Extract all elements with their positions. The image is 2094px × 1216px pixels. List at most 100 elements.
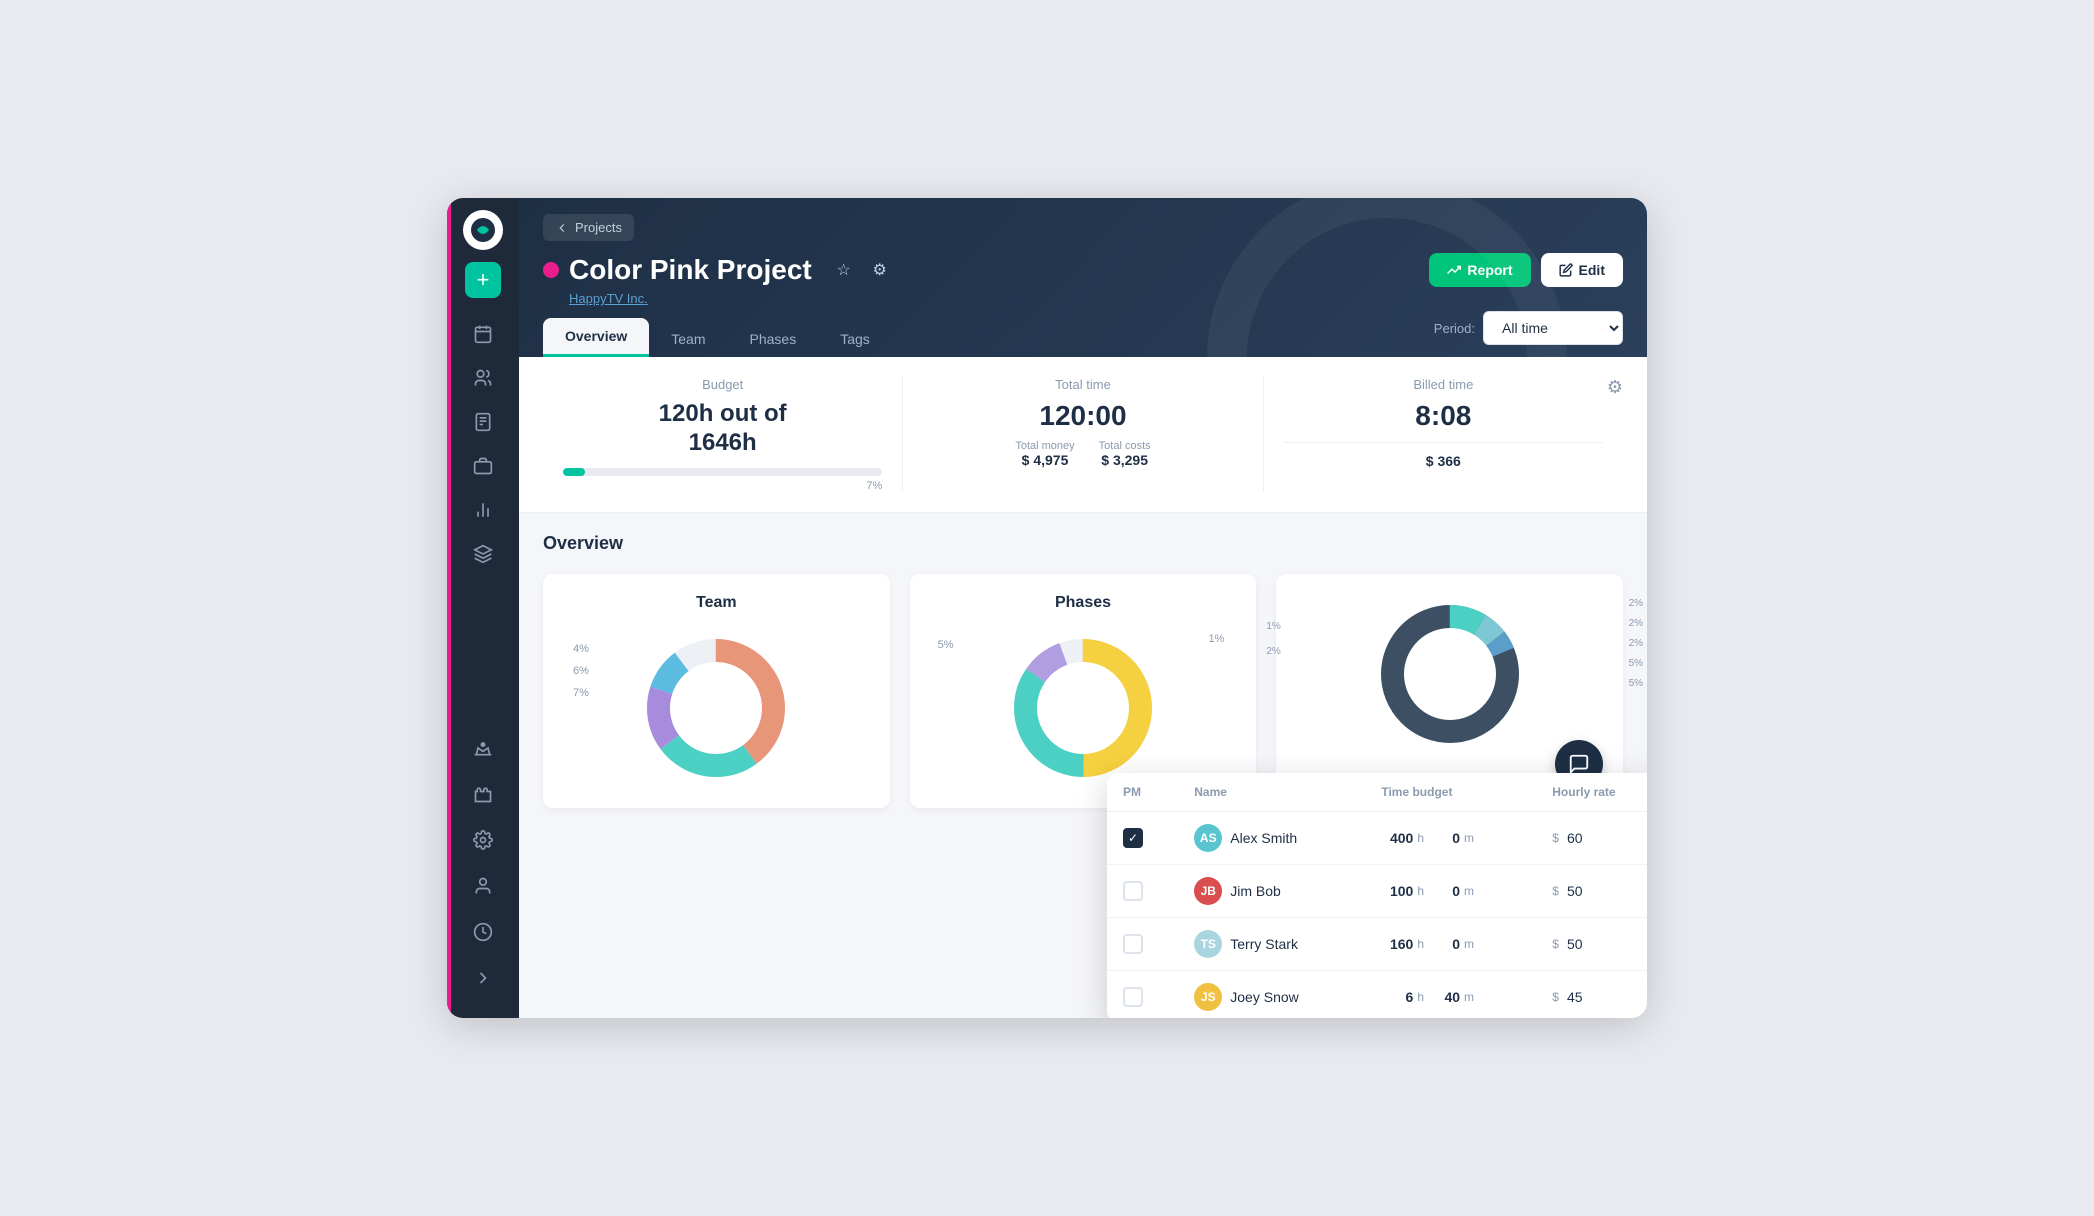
company-link[interactable]: HappyTV Inc. — [569, 291, 1623, 306]
sidebar-item-calendar[interactable] — [461, 314, 505, 354]
table-row: TS Terry Stark 160 h 0 m — [1107, 917, 1647, 970]
phases-label-1: 5% — [938, 633, 954, 657]
team-donut: 4% 6% 7% — [563, 628, 870, 788]
stat-total-time: Total time 120:00 Total money $ 4,975 To… — [903, 377, 1263, 492]
stat-billed-time: Billed time 8:08 $ 366 — [1264, 377, 1623, 492]
time-budget-1: 400 h 0 m — [1381, 830, 1520, 846]
pm-checkbox-3[interactable] — [1107, 917, 1178, 970]
tab-overview[interactable]: Overview — [543, 318, 649, 357]
phases-donut: 5% 1% — [930, 628, 1237, 788]
tab-team[interactable]: Team — [649, 321, 727, 357]
time-budget-4: 6 h 40 m — [1381, 989, 1520, 1005]
sidebar-item-settings[interactable] — [461, 820, 505, 860]
billed-time-label: Billed time — [1284, 377, 1603, 392]
total-time-value: 120:00 — [923, 400, 1242, 432]
team-chart-block: Team 4% 6% 7% — [543, 574, 890, 808]
total-costs: Total costs $ 3,295 — [1099, 440, 1151, 468]
budget-value: 120h out of1646h — [563, 400, 882, 458]
rate-value-3: 50 — [1567, 936, 1583, 952]
budget-progress-bar — [563, 468, 882, 476]
sidebar-item-documents[interactable] — [461, 402, 505, 442]
sidebar-item-chart[interactable] — [461, 490, 505, 530]
billed-time-value: 8:08 — [1284, 400, 1603, 432]
settings-icon[interactable]: ⚙ — [866, 256, 894, 284]
star-icon[interactable]: ☆ — [830, 256, 858, 284]
name-3: Terry Stark — [1230, 936, 1298, 952]
sidebar-item-puzzle[interactable] — [461, 774, 505, 814]
avatar-1: AS — [1194, 824, 1222, 852]
project-title-row: Color Pink Project ☆ ⚙ Report Edit — [543, 253, 1623, 287]
phases-label-2: 1% — [1208, 633, 1224, 645]
avatar-4: JS — [1194, 983, 1222, 1011]
time-budget-3: 160 h 0 m — [1381, 936, 1520, 952]
billed-amount: $ 366 — [1284, 453, 1603, 469]
sidebar-item-expand[interactable] — [461, 958, 505, 998]
pm-checkbox-1[interactable] — [1107, 811, 1178, 864]
sidebar-item-clock[interactable] — [461, 912, 505, 952]
project-title-left: Color Pink Project ☆ ⚙ — [543, 254, 894, 286]
table-row: AS Alex Smith 400 h 0 m — [1107, 811, 1647, 864]
avatar-3: TS — [1194, 930, 1222, 958]
total-time-sub: Total money $ 4,975 Total costs $ 3,295 — [923, 440, 1242, 468]
tab-tags[interactable]: Tags — [818, 321, 892, 357]
stat-budget: Budget 120h out of1646h 7% — [543, 377, 903, 492]
header-actions: Report Edit — [1429, 253, 1623, 287]
tab-phases[interactable]: Phases — [728, 321, 819, 357]
total-money: Total money $ 4,975 — [1015, 440, 1074, 468]
logo — [463, 210, 503, 250]
pm-checkbox-2[interactable] — [1107, 864, 1178, 917]
rate-value-4: 45 — [1567, 989, 1583, 1005]
pm-checkbox-4[interactable] — [1107, 970, 1178, 1018]
sidebar-item-crown[interactable] — [461, 728, 505, 768]
team-chart-title: Team — [563, 594, 870, 612]
team-table: PM Name Time budget Hourly rate — [1107, 773, 1647, 1018]
avatar-2: JB — [1194, 877, 1222, 905]
report-button[interactable]: Report — [1429, 253, 1530, 287]
project-title: Color Pink Project — [569, 254, 812, 286]
sidebar-bottom — [461, 728, 505, 1006]
rate-value-1: 60 — [1567, 830, 1583, 846]
sidebar-item-briefcase[interactable] — [461, 446, 505, 486]
rate-4: $ 45 — [1552, 989, 1647, 1005]
name-4: Joey Snow — [1230, 989, 1298, 1005]
team-label-3: 7% — [573, 682, 589, 704]
sidebar: + — [447, 198, 519, 1018]
table-row: JB Jim Bob 100 h 0 m — [1107, 864, 1647, 917]
total-time-label: Total time — [923, 377, 1242, 392]
sidebar-item-people[interactable] — [461, 358, 505, 398]
rate-1: $ 60 — [1552, 830, 1647, 846]
name-1: Alex Smith — [1230, 830, 1297, 846]
team-label-2: 6% — [573, 660, 589, 682]
budget-progress-fill — [563, 468, 585, 476]
breadcrumb: Projects — [543, 214, 1623, 241]
stats-row: ⚙ Budget 120h out of1646h 7% Total time … — [519, 357, 1647, 513]
rate-value-2: 50 — [1567, 883, 1583, 899]
time-budget-2: 100 h 0 m — [1381, 883, 1520, 899]
edit-button[interactable]: Edit — [1541, 253, 1623, 287]
col-pm: PM — [1107, 773, 1178, 812]
budget-pct: 7% — [563, 480, 882, 492]
stats-gear-icon[interactable]: ⚙ — [1607, 377, 1623, 398]
back-button[interactable]: Projects — [543, 214, 634, 241]
col-hourly-rate: Hourly rate — [1536, 773, 1647, 812]
phases-chart-title: Phases — [930, 594, 1237, 612]
project-color-dot — [543, 262, 559, 278]
name-cell-2: JB Jim Bob — [1194, 877, 1349, 905]
period-label: Period: — [1434, 321, 1475, 336]
name-cell-4: JS Joey Snow — [1194, 983, 1349, 1011]
name-cell-1: AS Alex Smith — [1194, 824, 1349, 852]
content-area: Overview Team 4% 6% 7% — [519, 513, 1647, 1018]
rate-2: $ 50 — [1552, 883, 1647, 899]
sidebar-item-person[interactable] — [461, 866, 505, 906]
project-icons: ☆ ⚙ — [830, 256, 894, 284]
name-cell-3: TS Terry Stark — [1194, 930, 1349, 958]
overview-section-title: Overview — [543, 533, 1623, 554]
sidebar-nav — [461, 314, 505, 728]
third-donut: 2% 2% 2% 5% 5% 1% 2% — [1296, 594, 1603, 754]
sidebar-item-layers[interactable] — [461, 534, 505, 574]
team-label-1: 4% — [573, 638, 589, 660]
period-container: Period: All time This month This week — [1434, 311, 1623, 345]
period-select[interactable]: All time This month This week — [1483, 311, 1623, 345]
table-row: JS Joey Snow 6 h 40 m — [1107, 970, 1647, 1018]
add-button[interactable]: + — [465, 262, 501, 298]
